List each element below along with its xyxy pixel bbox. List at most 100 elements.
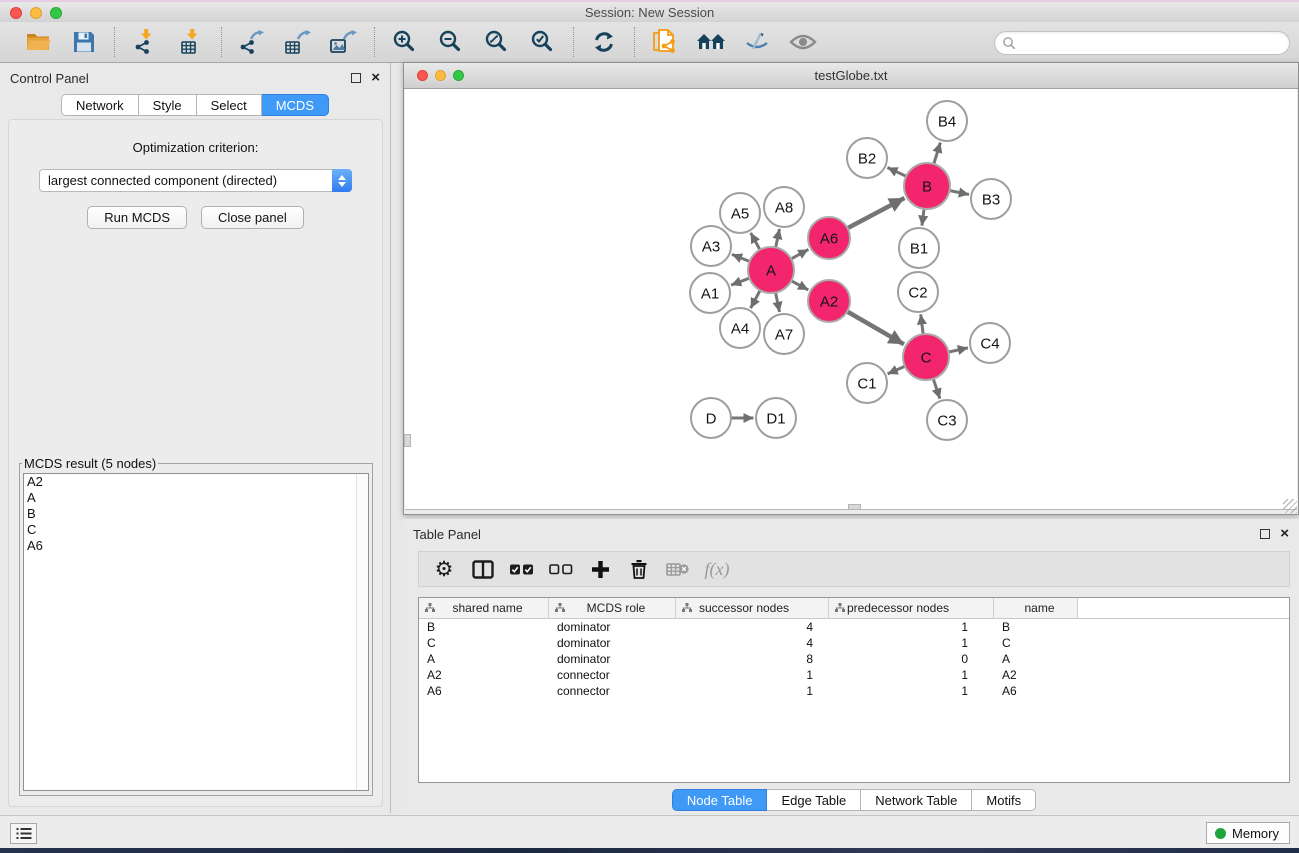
tab-network-table[interactable]: Network Table: [861, 789, 972, 811]
table-cell: 1: [829, 684, 994, 698]
export-network-icon[interactable]: [234, 26, 270, 58]
horizontal-scrollbar-thumb[interactable]: [848, 504, 861, 510]
settings-gear-icon[interactable]: ⚙: [429, 555, 459, 583]
graph-node-label-A8: A8: [775, 199, 793, 216]
vertical-scrollbar-thumb[interactable]: [404, 434, 411, 447]
hierarchy-icon: [835, 603, 845, 613]
table-row[interactable]: A2connector11A2: [419, 667, 1289, 683]
add-column-icon[interactable]: [585, 555, 615, 583]
export-image-icon[interactable]: [326, 26, 362, 58]
home-icon[interactable]: [693, 26, 729, 58]
graph-node-label-C1: C1: [857, 375, 876, 392]
zoom-window-button[interactable]: [50, 7, 62, 19]
hide-eye-icon[interactable]: [739, 26, 775, 58]
table-cell: B: [994, 620, 1078, 634]
graph-node-label-C4: C4: [980, 335, 999, 352]
network-window-title: testGlobe.txt: [815, 68, 888, 83]
table-body: Bdominator41BCdominator41CAdominator80AA…: [419, 619, 1289, 699]
tab-motifs[interactable]: Motifs: [972, 789, 1036, 811]
import-network-icon[interactable]: [127, 26, 163, 58]
minimize-window-button[interactable]: [30, 7, 42, 19]
select-stepper-icon: [332, 169, 352, 192]
function-builder-icon[interactable]: f(x): [702, 555, 732, 583]
status-bar: Memory: [0, 815, 1299, 848]
memory-button[interactable]: Memory: [1206, 822, 1290, 844]
table-cell: connector: [549, 684, 676, 698]
table-cell: dominator: [549, 636, 676, 650]
main-toolbar: [0, 22, 1299, 63]
table-cell: 8: [676, 652, 829, 666]
table-row[interactable]: Cdominator41C: [419, 635, 1289, 651]
zoom-in-icon[interactable]: [387, 26, 423, 58]
close-panel-icon[interactable]: ×: [371, 73, 380, 83]
search-field[interactable]: [994, 31, 1290, 55]
network-minimize-button[interactable]: [435, 70, 446, 81]
refresh-icon[interactable]: [586, 26, 622, 58]
select-all-icon[interactable]: [507, 555, 537, 583]
run-mcds-button[interactable]: Run MCDS: [87, 206, 187, 229]
zoom-out-icon[interactable]: [433, 26, 469, 58]
float-table-panel-icon[interactable]: [1260, 529, 1270, 539]
open-session-icon[interactable]: [20, 26, 56, 58]
deselect-all-icon[interactable]: [546, 555, 576, 583]
table-cell: 1: [829, 620, 994, 634]
toggle-columns-icon[interactable]: [468, 555, 498, 583]
column-header-predecessor-nodes[interactable]: predecessor nodes: [829, 598, 994, 618]
zoom-selected-icon[interactable]: [525, 26, 561, 58]
network-zoom-button[interactable]: [453, 70, 464, 81]
result-list-item[interactable]: B: [24, 506, 368, 522]
memory-status-icon: [1215, 828, 1226, 839]
network-close-button[interactable]: [417, 70, 428, 81]
graph-node-label-A1: A1: [701, 285, 719, 302]
criterion-select-value: largest connected component (directed): [40, 173, 332, 188]
result-list-item[interactable]: A6: [24, 538, 368, 554]
zoom-fit-icon[interactable]: [479, 26, 515, 58]
search-input[interactable]: [1017, 33, 1289, 53]
column-header-MCDS-role[interactable]: MCDS role: [549, 598, 676, 618]
import-table-icon[interactable]: [173, 26, 209, 58]
tab-node-table[interactable]: Node Table: [672, 789, 768, 811]
table-cell: A: [419, 652, 549, 666]
table-row[interactable]: Adominator80A: [419, 651, 1289, 667]
table-cell: 4: [676, 636, 829, 650]
list-icon: [16, 827, 32, 840]
network-window-titlebar[interactable]: testGlobe.txt: [404, 63, 1298, 89]
show-eye-icon[interactable]: [785, 26, 821, 58]
result-list-item[interactable]: A2: [24, 474, 368, 490]
graph-node-label-B3: B3: [982, 191, 1000, 208]
task-history-button[interactable]: [10, 823, 37, 844]
result-list-item[interactable]: A: [24, 490, 368, 506]
table-row[interactable]: A6connector11A6: [419, 683, 1289, 699]
table-cell: dominator: [549, 620, 676, 634]
delete-table-icon[interactable]: [663, 555, 693, 583]
close-table-panel-icon[interactable]: ×: [1280, 529, 1289, 539]
table-panel-tabs: Node TableEdge TableNetwork TableMotifs: [418, 789, 1290, 811]
table-toolbar: ⚙: [418, 551, 1290, 587]
graph-node-label-A4: A4: [731, 320, 749, 337]
delete-column-icon[interactable]: [624, 555, 654, 583]
column-header-shared-name[interactable]: shared name: [419, 598, 549, 618]
tab-network[interactable]: Network: [61, 94, 139, 116]
tab-select[interactable]: Select: [197, 94, 262, 116]
resize-grip[interactable]: [1283, 499, 1297, 513]
result-list-item[interactable]: C: [24, 522, 368, 538]
close-panel-button[interactable]: Close panel: [201, 206, 304, 229]
table-row[interactable]: Bdominator41B: [419, 619, 1289, 635]
tab-mcds[interactable]: MCDS: [262, 94, 329, 116]
tab-edge-table[interactable]: Edge Table: [767, 789, 861, 811]
network-view-window: testGlobe.txt B4B2BB3A8A5A6A3B1AA1C2A2A4…: [403, 62, 1299, 515]
table-cell: C: [419, 636, 549, 650]
tab-style[interactable]: Style: [139, 94, 197, 116]
close-window-button[interactable]: [10, 7, 22, 19]
table-cell: 1: [829, 668, 994, 682]
export-table-icon[interactable]: [280, 26, 316, 58]
column-header-successor-nodes[interactable]: successor nodes: [676, 598, 829, 618]
clone-network-icon[interactable]: [647, 26, 683, 58]
network-canvas[interactable]: B4B2BB3A8A5A6A3B1AA1C2A2A4A7C4CC1DD1C3: [405, 89, 1297, 510]
result-scrollbar[interactable]: [356, 474, 368, 790]
column-header-name[interactable]: name: [994, 598, 1078, 618]
save-session-icon[interactable]: [66, 26, 102, 58]
criterion-select[interactable]: largest connected component (directed): [39, 169, 352, 192]
float-panel-icon[interactable]: [351, 73, 361, 83]
table-cell: A2: [419, 668, 549, 682]
